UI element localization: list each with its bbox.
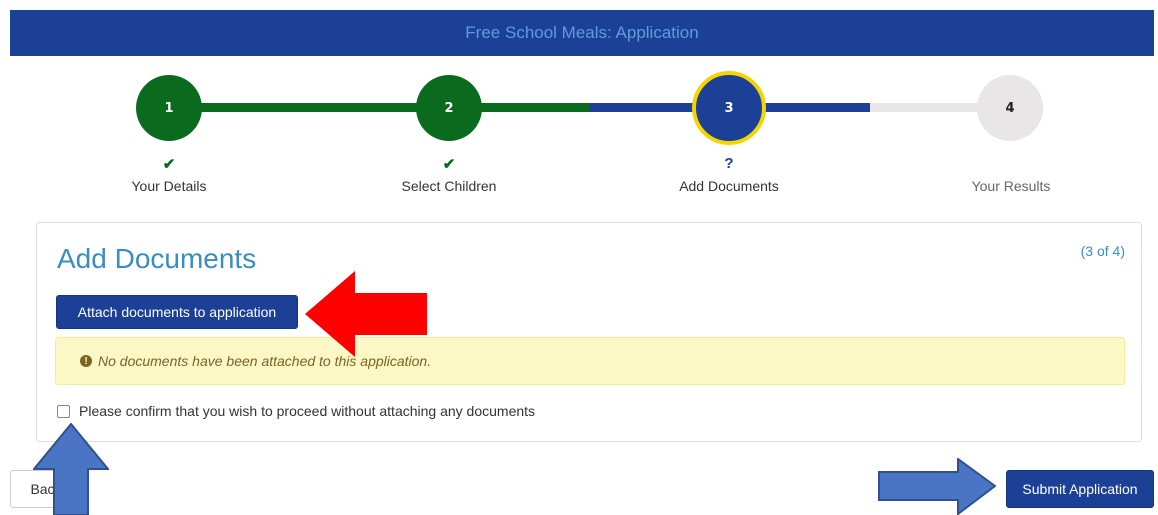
- submit-application-button[interactable]: Submit Application: [1006, 470, 1154, 508]
- step-1-circle[interactable]: 1: [136, 75, 202, 141]
- add-documents-panel: Add Documents (3 of 4) Attach documents …: [36, 222, 1142, 442]
- step-3-question-icon: ?: [724, 155, 734, 172]
- blue-annotation-arrow-up-icon: [33, 423, 109, 515]
- confirm-no-documents-checkbox[interactable]: [57, 404, 70, 418]
- step-3-label: Add Documents: [679, 178, 779, 194]
- confirm-label[interactable]: Please confirm that you wish to proceed …: [79, 403, 535, 419]
- progress-track-1-2: [170, 103, 450, 112]
- step-4-label: Your Results: [971, 178, 1051, 194]
- no-documents-warning: ! No documents have been attached to thi…: [55, 337, 1125, 385]
- attach-documents-button[interactable]: Attach documents to application: [56, 295, 298, 329]
- panel-title: Add Documents: [57, 243, 257, 274]
- confirm-row: Please confirm that you wish to proceed …: [57, 403, 535, 419]
- step-4-number: 4: [1005, 100, 1015, 116]
- exclamation-icon: !: [80, 355, 92, 367]
- step-1-number: 1: [164, 100, 174, 116]
- step-3-circle[interactable]: 3: [692, 71, 766, 145]
- step-counter: (3 of 4): [1080, 243, 1125, 259]
- step-2-label: Select Children: [401, 178, 497, 194]
- step-1-check-icon: ✔: [162, 156, 176, 173]
- step-1-label: Your Details: [131, 178, 207, 194]
- step-2-circle[interactable]: 2: [416, 75, 482, 141]
- app-title: Free School Meals: Application: [465, 23, 699, 42]
- step-2-check-icon: ✔: [442, 156, 456, 173]
- red-annotation-arrow-icon: [305, 271, 427, 357]
- app-header: Free School Meals: Application: [10, 10, 1154, 56]
- step-4-circle: 4: [977, 75, 1043, 141]
- blue-annotation-arrow-right-icon: [878, 458, 996, 515]
- step-3-number: 3: [724, 100, 734, 116]
- step-2-number: 2: [444, 100, 454, 116]
